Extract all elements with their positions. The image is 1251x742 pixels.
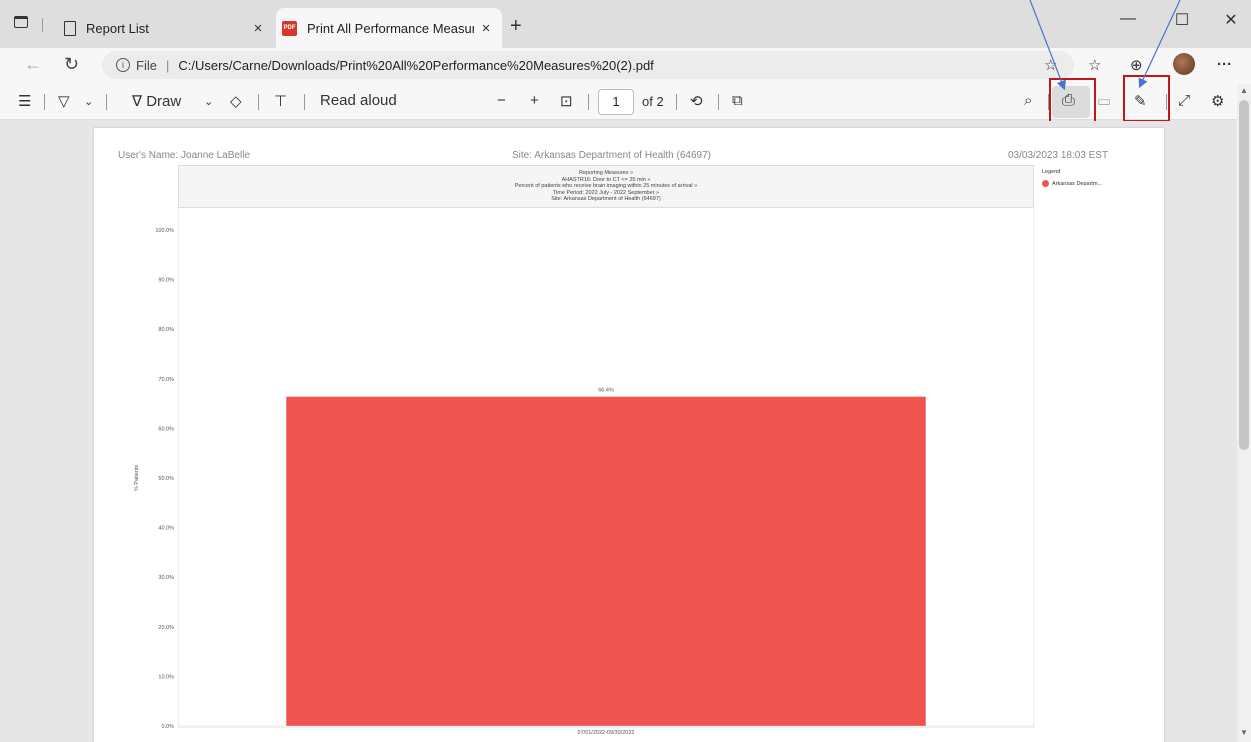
title-bar: Report List × PDF Print All Performance …	[0, 0, 1251, 48]
y-tick-label: 80.0%	[158, 327, 174, 333]
favorites-icon[interactable]: ☆	[1088, 56, 1101, 74]
window-menu-icon[interactable]	[14, 16, 28, 28]
save-as-highlight-box	[1123, 75, 1170, 122]
save-icon[interactable]: ▭	[1097, 92, 1111, 110]
fullscreen-icon[interactable]: ⤢	[1178, 92, 1190, 109]
minimize-button[interactable]: —	[1105, 10, 1151, 28]
contents-icon[interactable]: ☰	[18, 92, 31, 110]
fit-width-icon[interactable]: ⊡	[560, 92, 573, 110]
scroll-down-icon[interactable]: ▼	[1240, 728, 1248, 737]
page-total: of 2	[642, 94, 664, 109]
y-tick-label: 20.0%	[158, 625, 174, 631]
tab-close-button[interactable]: ×	[246, 20, 270, 37]
profile-avatar[interactable]	[1173, 53, 1195, 75]
pdf-page: User's Name: Joanne LaBelle Site: Arkans…	[94, 128, 1164, 742]
bar	[286, 396, 926, 726]
new-tab-button[interactable]: +	[510, 16, 522, 36]
divider	[588, 94, 589, 110]
address-bar[interactable]: i File | C:/Users/Carne/Downloads/Print%…	[102, 51, 1074, 79]
divider	[676, 94, 677, 110]
tab-title: Report List	[86, 20, 149, 36]
draw-button[interactable]: ∇ Draw	[132, 92, 181, 110]
collections-icon[interactable]: ⊕	[1130, 56, 1143, 74]
y-tick-label: 40.0%	[158, 526, 174, 532]
back-button[interactable]: ←	[24, 54, 42, 75]
maximize-button[interactable]: ☐	[1159, 10, 1205, 30]
pdf-viewport[interactable]: User's Name: Joanne LaBelle Site: Arkans…	[0, 121, 1237, 742]
eraser-icon[interactable]: ◇	[230, 92, 242, 110]
read-aloud-button[interactable]: Read aloud	[320, 92, 397, 109]
tab-report-list[interactable]: Report List ×	[54, 8, 274, 48]
y-tick-label: 100.0%	[155, 228, 174, 234]
more-menu-button[interactable]: ···	[1217, 56, 1232, 73]
zoom-out-button[interactable]: −	[497, 92, 506, 109]
tab-close-button[interactable]: ×	[474, 20, 498, 37]
chevron-down-icon[interactable]: ⌄	[84, 95, 93, 108]
text-icon[interactable]: ⊤	[274, 92, 287, 110]
url-scheme: File	[136, 57, 157, 73]
refresh-button[interactable]: ↻	[64, 54, 79, 75]
rotate-icon[interactable]: ⟲	[690, 92, 703, 110]
y-tick-label: 90.0%	[158, 278, 174, 284]
search-icon[interactable]: ⌕	[1024, 92, 1032, 109]
pdf-icon: PDF	[282, 20, 297, 36]
tab-print-all-performance[interactable]: PDF Print All Performance Measures ( ×	[276, 8, 502, 48]
page-view-icon[interactable]: ⧉	[732, 92, 743, 109]
info-icon[interactable]: i	[116, 58, 130, 72]
scroll-up-icon[interactable]: ▲	[1240, 86, 1248, 95]
divider	[106, 94, 107, 110]
highlight-icon[interactable]: ▽	[58, 92, 70, 110]
url-separator: |	[165, 57, 170, 73]
divider	[304, 94, 305, 110]
x-tick-label: 07/01/2022-09/30/2022	[578, 730, 635, 736]
data-label: 66.4%	[598, 388, 614, 394]
scroll-thumb[interactable]	[1239, 100, 1249, 450]
y-tick-label: 60.0%	[158, 426, 174, 432]
close-window-button[interactable]: ✕	[1208, 10, 1251, 30]
y-tick-label: 10.0%	[158, 674, 174, 680]
zoom-in-button[interactable]: +	[530, 92, 539, 109]
y-axis-label: % Patients	[134, 465, 140, 492]
y-tick-label: 50.0%	[158, 476, 174, 482]
print-highlight-box	[1049, 78, 1096, 127]
y-tick-label: 30.0%	[158, 575, 174, 581]
page-number-input[interactable]: 1	[598, 89, 634, 115]
draw-label: Draw	[146, 93, 182, 110]
page-icon	[64, 20, 76, 36]
chevron-down-icon[interactable]: ⌄	[204, 95, 213, 108]
add-favorite-icon[interactable]: ☆	[1044, 56, 1057, 74]
url-text[interactable]: C:/Users/Carne/Downloads/Print%20All%20P…	[178, 58, 653, 73]
bar-chart: 0.0% 10.0% 20.0% 30.0% 40.0% 50.0% 60.0% 70.0% 8…	[134, 228, 1034, 736]
divider	[258, 94, 259, 110]
y-tick-label: 70.0%	[158, 377, 174, 383]
divider	[44, 94, 45, 110]
settings-gear-icon[interactable]: ⚙	[1211, 92, 1224, 110]
tab-title: Print All Performance Measures (	[307, 20, 474, 36]
divider	[42, 18, 43, 32]
divider	[718, 94, 719, 110]
vertical-scrollbar[interactable]: ▲ ▼	[1237, 84, 1251, 742]
y-tick-label: 0.0%	[161, 724, 174, 730]
